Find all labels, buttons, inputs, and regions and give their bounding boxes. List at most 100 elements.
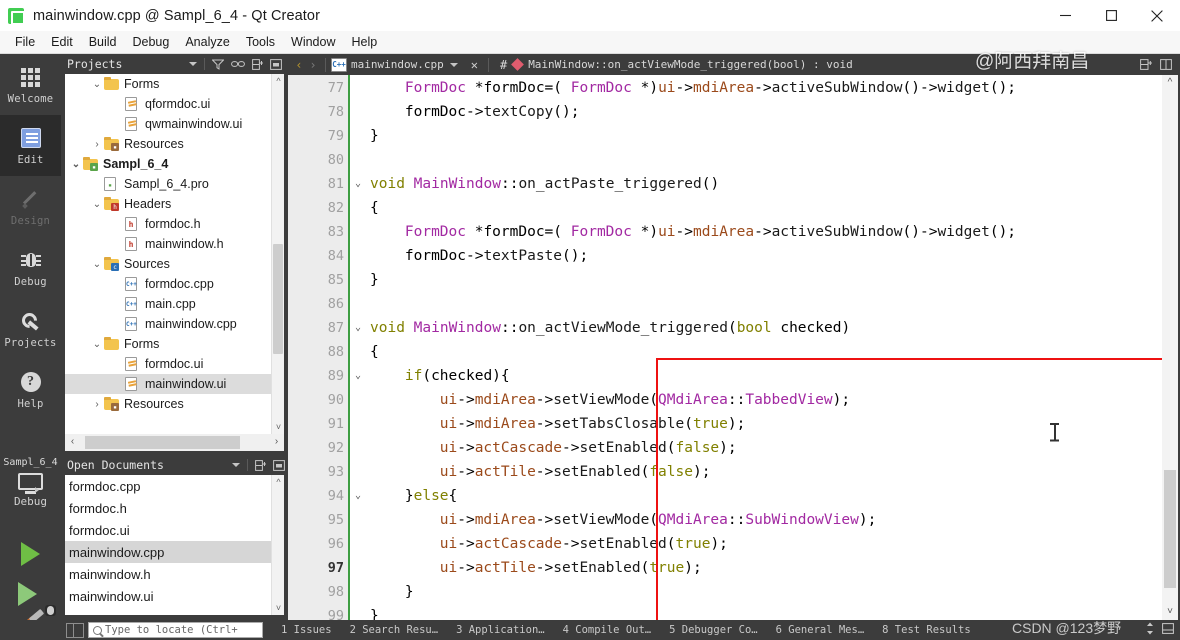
code-line[interactable]: FormDoc *formDoc=( FormDoc *)ui->mdiArea… [405,76,1016,100]
fold-toggle-icon[interactable]: ⌄ [351,484,365,508]
code-line[interactable]: { [370,196,379,220]
chevron-toggle-icon[interactable]: ⌄ [90,339,104,350]
collapse-icon[interactable] [270,58,282,70]
close-document-button[interactable]: ✕ [466,58,483,72]
table-row[interactable]: qwmainwindow.ui [65,114,284,134]
list-item[interactable]: formdoc.h [65,497,284,519]
output-pane-button[interactable]: 8 Test Results [882,624,971,636]
editor-vertical-scrollbar[interactable]: ^ ˅ [1162,75,1178,620]
code-line[interactable]: ui->mdiArea->setViewMode(QMdiArea::Tabbe… [440,388,850,412]
run-button[interactable] [0,533,61,575]
code-line[interactable]: ui->actTile->setEnabled(true); [440,556,702,580]
scroll-down-arrow[interactable]: ˅ [272,601,285,615]
scroll-up-arrow[interactable]: ^ [272,74,285,88]
menu-item-window[interactable]: Window [283,32,343,52]
collapse-icon[interactable] [273,459,285,471]
code-line[interactable]: }else{ [405,484,457,508]
editor-filename-dropdown[interactable]: mainwindow.cpp [351,58,444,71]
open-documents-list[interactable]: formdoc.cpp formdoc.h formdoc.ui mainwindow… [65,475,284,615]
code-line[interactable]: void MainWindow::on_actViewMode_triggere… [370,316,850,340]
chevron-toggle-icon[interactable]: ⌄ [69,159,83,170]
scroll-up-arrow[interactable]: ^ [1162,75,1178,91]
list-item[interactable]: mainwindow.h [65,563,284,585]
code-line[interactable]: void MainWindow::on_actPaste_triggered() [370,172,719,196]
code-line[interactable]: } [370,604,379,620]
mode-welcome[interactable]: Welcome [0,54,61,115]
output-pane-button[interactable]: 2 Search Resu… [350,624,439,636]
table-row[interactable]: ▪ Sampl_6_4.pro [65,174,284,194]
chevron-down-icon[interactable] [449,62,458,67]
table-row[interactable]: ⌄ h Headers [65,194,284,214]
locator-input[interactable]: Type to locate (Ctrl+ [88,622,263,638]
link-sync-icon[interactable] [231,59,245,69]
code-line[interactable]: } [370,124,379,148]
menu-item-analyze[interactable]: Analyze [177,32,237,52]
chevron-toggle-icon[interactable]: ⌄ [90,259,104,270]
code-line[interactable]: if(checked){ [405,364,510,388]
chevron-toggle-icon[interactable]: ⌄ [90,199,104,210]
code-line[interactable]: ui->mdiArea->setTabsClosable(true); [440,412,746,436]
table-row[interactable]: ⌄ c Sources [65,254,284,274]
code-line[interactable]: ui->mdiArea->setViewMode(QMdiArea::SubWi… [440,508,877,532]
scroll-down-arrow[interactable]: ˅ [1162,604,1178,620]
filter-icon[interactable] [212,59,224,70]
output-pane-button[interactable]: 4 Compile Out… [563,624,652,636]
table-row[interactable]: › ▪ Resources [65,134,284,154]
list-item[interactable]: formdoc.cpp [65,475,284,497]
output-pane-button[interactable]: 6 General Mes… [776,624,865,636]
split-editor-icon[interactable] [1140,59,1152,70]
fold-toggle-icon[interactable]: ⌄ [351,172,365,196]
list-item[interactable]: formdoc.ui [65,519,284,541]
table-row[interactable]: mainwindow.ui [65,374,284,394]
maximize-output-pane-icon[interactable] [1162,623,1174,637]
project-tree-scrollbar[interactable]: ^ ˅ [271,74,284,434]
table-row[interactable]: C++ formdoc.cpp [65,274,284,294]
toggle-sidebar-button[interactable] [66,622,84,638]
list-item[interactable]: mainwindow.ui [65,585,284,607]
table-row[interactable]: qformdoc.ui [65,94,284,114]
code-editor[interactable]: 77 FormDoc *formDoc=( FormDoc *)ui->mdiAr… [288,75,1180,620]
table-row[interactable]: h formdoc.h [65,214,284,234]
menu-item-help[interactable]: Help [343,32,385,52]
output-pane-button[interactable]: 3 Application… [456,624,545,636]
split-side-by-side-icon[interactable] [1160,59,1172,70]
scroll-thumb[interactable] [1164,470,1176,588]
symbol-dropdown[interactable]: MainWindow::on_actViewMode_triggered(boo… [528,58,853,71]
menu-item-build[interactable]: Build [81,32,125,52]
scroll-thumb[interactable] [273,244,283,354]
table-row[interactable]: › ▪ Resources [65,394,284,414]
scroll-down-arrow[interactable]: ˅ [272,420,285,434]
menu-item-tools[interactable]: Tools [238,32,283,52]
code-line[interactable]: } [405,580,414,604]
scroll-up-arrow[interactable]: ^ [272,475,285,489]
output-pane-button[interactable]: 1 Issues [281,624,332,636]
output-pane-button[interactable]: 5 Debugger Co… [669,624,758,636]
open-documents-scrollbar[interactable]: ^ ˅ [271,475,284,615]
navigate-back-button[interactable]: ‹ [292,58,306,72]
table-row[interactable]: ⌄ ▪ Sampl_6_4 [65,154,284,174]
output-pane-updown-icon[interactable] [1146,622,1154,638]
code-line[interactable]: ui->actCascade->setEnabled(true); [440,532,728,556]
mode-projects[interactable]: Projects [0,298,61,359]
maximize-button[interactable] [1088,0,1134,31]
chevron-toggle-icon[interactable]: › [90,139,104,150]
table-row[interactable]: h mainwindow.h [65,234,284,254]
table-row[interactable]: C++ mainwindow.cpp [65,314,284,334]
split-icon[interactable] [252,58,263,70]
menu-item-debug[interactable]: Debug [125,32,178,52]
close-button[interactable] [1134,0,1180,31]
table-row[interactable]: ⌄ Forms [65,334,284,354]
mode-edit[interactable]: Edit [0,115,61,176]
menu-item-file[interactable]: File [7,32,43,52]
table-row[interactable]: formdoc.ui [65,354,284,374]
table-row[interactable]: ⌄ Forms [65,74,284,94]
chevron-down-icon[interactable] [189,62,197,66]
mode-help[interactable]: ? Help [0,359,61,420]
project-tree[interactable]: ⌄ Forms qformdoc.ui qwmainwindow.ui › ▪ Resour… [65,74,284,434]
table-row[interactable]: C++ main.cpp [65,294,284,314]
kit-selector[interactable]: Sampl_6_4 Debug [0,455,61,533]
code-line[interactable]: formDoc->textPaste(); [405,244,588,268]
hscroll-right-arrow[interactable]: › [269,434,284,451]
menu-item-edit[interactable]: Edit [43,32,81,52]
project-tree-hscrollbar[interactable]: ‹ › [65,434,284,451]
